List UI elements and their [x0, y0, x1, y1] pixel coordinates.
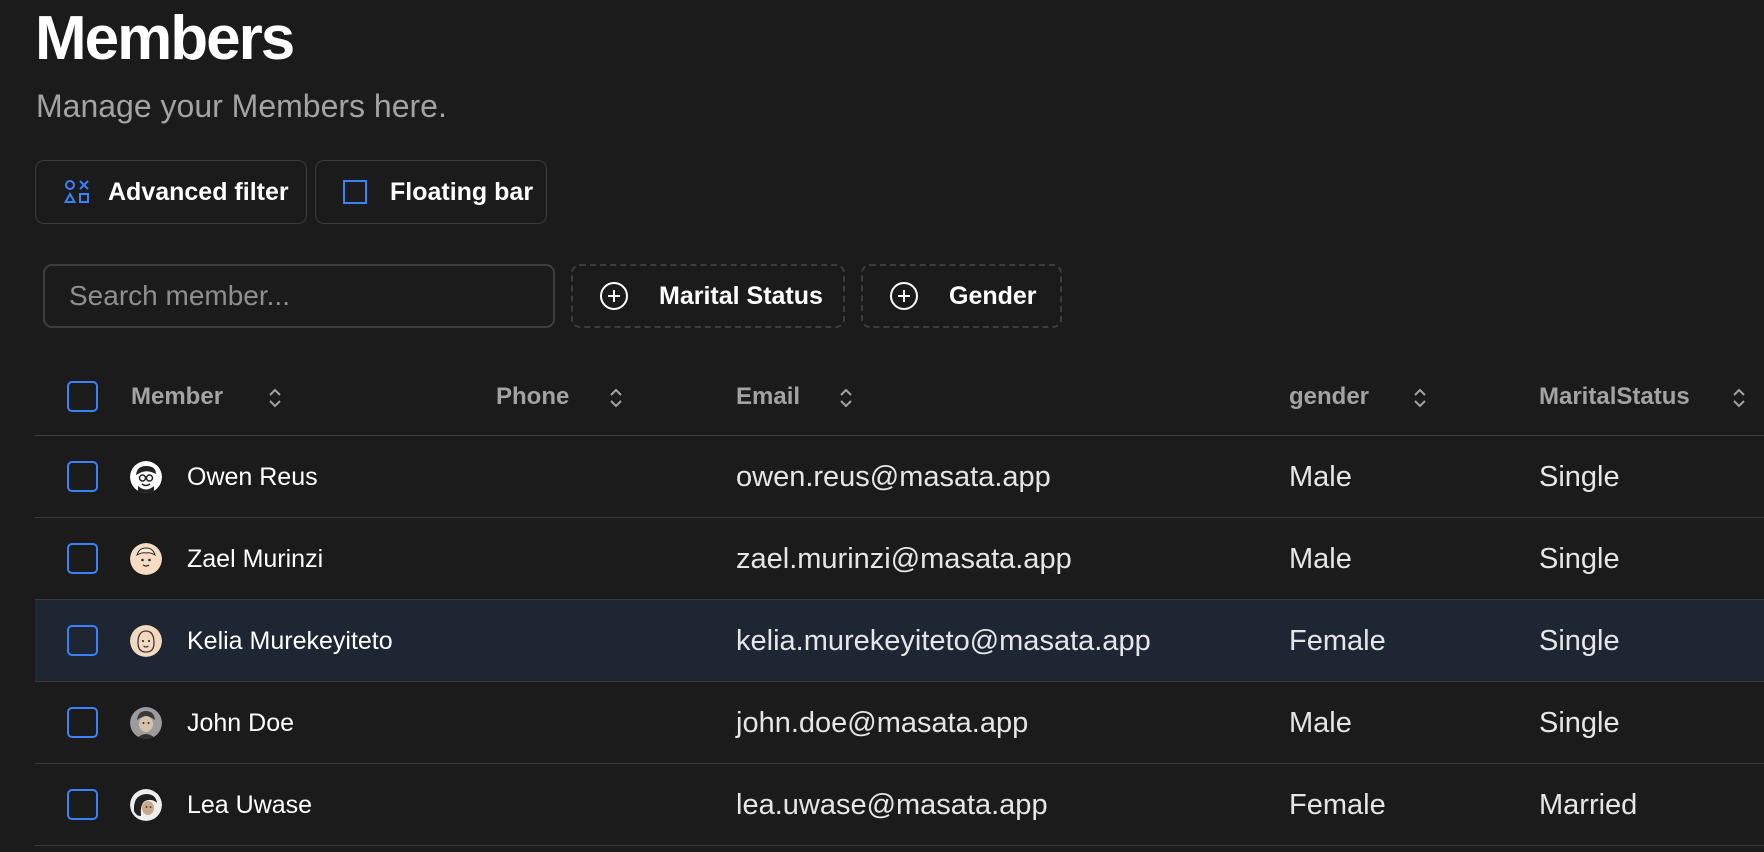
advanced-filter-label: Advanced filter: [108, 177, 289, 206]
table-row[interactable]: Lea Uwase lea.uwase@masata.app Female Ma…: [35, 764, 1764, 846]
row-checkbox[interactable]: [67, 625, 98, 656]
square-icon: [340, 177, 370, 207]
table-row[interactable]: John Doe john.doe@masata.app Male Single: [35, 682, 1764, 764]
marital-status-filter-button[interactable]: Marital Status: [571, 264, 845, 328]
member-marital-status: Single: [1539, 625, 1620, 657]
member-email: zael.murinzi@masata.app: [736, 543, 1072, 575]
member-email: john.doe@masata.app: [736, 707, 1029, 739]
page-title: Members: [35, 4, 295, 73]
chevron-up-down-icon: [840, 388, 852, 408]
gender-filter-label: Gender: [949, 281, 1037, 310]
gender-filter-button[interactable]: Gender: [861, 264, 1062, 328]
avatar: [130, 543, 162, 575]
member-gender: Female: [1289, 789, 1386, 821]
table-row[interactable]: Owen Reus owen.reus@masata.app Male Sing…: [35, 436, 1764, 518]
member-marital-status: Married: [1539, 789, 1638, 821]
table-row[interactable]: Kelia Murekeyiteto kelia.murekeyiteto@ma…: [35, 600, 1764, 682]
avatar: [130, 625, 162, 657]
column-header-phone[interactable]: Phone: [496, 381, 622, 413]
row-checkbox[interactable]: [67, 707, 98, 738]
chevron-up-down-icon: [269, 388, 281, 408]
plus-circle-icon: [889, 281, 919, 311]
members-table: Member Phone Email gender MaritalStatus: [35, 369, 1764, 846]
member-name: Kelia Murekeyiteto: [187, 627, 393, 655]
select-all-checkbox[interactable]: [67, 381, 98, 412]
advanced-filter-button[interactable]: Advanced filter: [35, 160, 307, 224]
search-input[interactable]: [43, 264, 555, 328]
member-gender: Male: [1289, 707, 1352, 739]
row-checkbox[interactable]: [67, 543, 98, 574]
column-header-email[interactable]: Email: [736, 381, 852, 413]
table-header-row: Member Phone Email gender MaritalStatus: [35, 369, 1764, 436]
member-gender: Female: [1289, 625, 1386, 657]
plus-circle-icon: [599, 281, 629, 311]
member-email: lea.uwase@masata.app: [736, 789, 1048, 821]
chevron-up-down-icon: [1414, 388, 1426, 408]
member-marital-status: Single: [1539, 707, 1620, 739]
member-marital-status: Single: [1539, 543, 1620, 575]
member-marital-status: Single: [1539, 461, 1620, 493]
member-name: John Doe: [187, 709, 295, 737]
row-checkbox[interactable]: [67, 461, 98, 492]
member-name: Lea Uwase: [187, 791, 313, 819]
member-gender: Male: [1289, 461, 1352, 493]
row-checkbox[interactable]: [67, 789, 98, 820]
member-name: Zael Murinzi: [187, 545, 324, 573]
avatar: [130, 789, 162, 821]
column-header-gender[interactable]: gender: [1289, 381, 1426, 413]
chevron-up-down-icon: [1733, 388, 1745, 408]
member-email: kelia.murekeyiteto@masata.app: [736, 625, 1151, 657]
column-header-member[interactable]: Member: [131, 381, 281, 413]
member-name: Owen Reus: [187, 463, 318, 491]
member-email: owen.reus@masata.app: [736, 461, 1051, 493]
marital-status-filter-label: Marital Status: [659, 281, 823, 310]
avatar: [130, 707, 162, 739]
shapes-icon: [62, 177, 92, 207]
floating-bar-button[interactable]: Floating bar: [315, 160, 547, 224]
chevron-up-down-icon: [610, 388, 622, 408]
avatar: [130, 461, 162, 493]
member-gender: Male: [1289, 543, 1352, 575]
members-page: Members Manage your Members here. Advanc…: [0, 0, 1764, 852]
page-subtitle: Manage your Members here.: [36, 88, 447, 124]
floating-bar-label: Floating bar: [390, 177, 534, 206]
table-row[interactable]: Zael Murinzi zael.murinzi@masata.app Mal…: [35, 518, 1764, 600]
column-header-marital-status[interactable]: MaritalStatus: [1539, 381, 1745, 413]
